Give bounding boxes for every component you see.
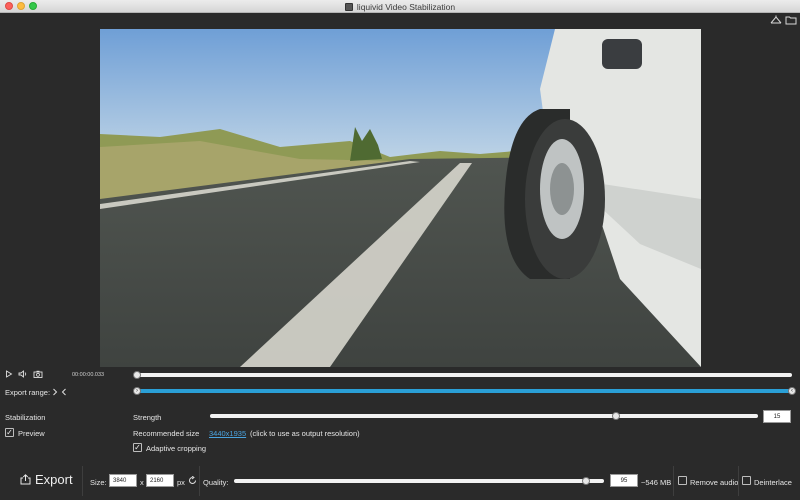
preview-label: Preview (18, 429, 45, 438)
chevron-right-icon[interactable] (52, 388, 58, 396)
export-button[interactable]: Export (20, 472, 73, 487)
speaker-icon[interactable] (18, 370, 28, 378)
export-range-track[interactable] (137, 389, 792, 393)
adaptive-cropping-checkbox[interactable]: ✓ (133, 443, 142, 452)
export-range-end-handle[interactable]: ‹ (788, 387, 796, 395)
divider (673, 466, 674, 496)
export-range-label: Export range: (5, 388, 51, 397)
crop-icon[interactable] (770, 15, 782, 25)
play-icon[interactable] (5, 370, 13, 378)
app-icon (344, 2, 353, 11)
divider (738, 466, 739, 496)
strength-label: Strength (133, 413, 162, 422)
video-preview (100, 29, 701, 367)
export-range-start-handle[interactable]: › (133, 387, 141, 395)
strength-value-input[interactable]: 15 (763, 410, 791, 423)
export-icon (20, 474, 31, 485)
remove-audio-checkbox[interactable] (678, 476, 687, 485)
chevron-left-icon[interactable] (61, 388, 67, 396)
size-times: x (140, 478, 144, 487)
quality-value-input[interactable]: 95 (610, 474, 638, 487)
title-bar: liquivid Video Stabilization (0, 0, 800, 13)
window-title-wrap: liquivid Video Stabilization (0, 0, 800, 13)
quality-label: Quality: (203, 478, 229, 487)
camera-icon[interactable] (33, 370, 43, 378)
playback-scrubber-handle[interactable] (133, 371, 141, 379)
stabilization-section-label: Stabilization (5, 413, 46, 422)
divider (82, 466, 83, 496)
recommended-size-label: Recommended size (133, 429, 200, 438)
recommended-size-link[interactable]: 3440x1935 (209, 429, 246, 438)
strength-slider-handle[interactable] (611, 412, 620, 420)
recommended-size-hint: (click to use as output resolution) (250, 429, 360, 438)
playback-controls (5, 370, 43, 378)
divider (199, 466, 200, 496)
deinterlace-label: Deinterlace (754, 478, 792, 487)
export-button-label: Export (35, 472, 73, 487)
folder-icon[interactable] (785, 15, 797, 25)
quality-slider-track[interactable] (234, 479, 604, 483)
preview-checkbox[interactable]: ✓ (5, 428, 14, 437)
quality-slider-handle[interactable] (581, 477, 590, 485)
height-input[interactable]: 2160 (146, 474, 174, 487)
size-label: Size: (90, 478, 107, 487)
deinterlace-checkbox[interactable] (742, 476, 751, 485)
remove-audio-label: Remove audio (690, 478, 739, 487)
window-title: liquivid Video Stabilization (356, 1, 456, 12)
strength-slider-track[interactable] (210, 414, 758, 418)
estimated-size: ~546 MB (641, 478, 672, 487)
timecode: 00:00:00.033 (72, 372, 105, 378)
width-input[interactable]: 3840 (109, 474, 137, 487)
size-unit: px (177, 478, 185, 487)
playback-scrubber[interactable] (137, 373, 792, 377)
adaptive-cropping-label: Adaptive cropping (146, 444, 207, 453)
video-frame-image (100, 29, 701, 367)
refresh-icon[interactable] (188, 476, 197, 485)
